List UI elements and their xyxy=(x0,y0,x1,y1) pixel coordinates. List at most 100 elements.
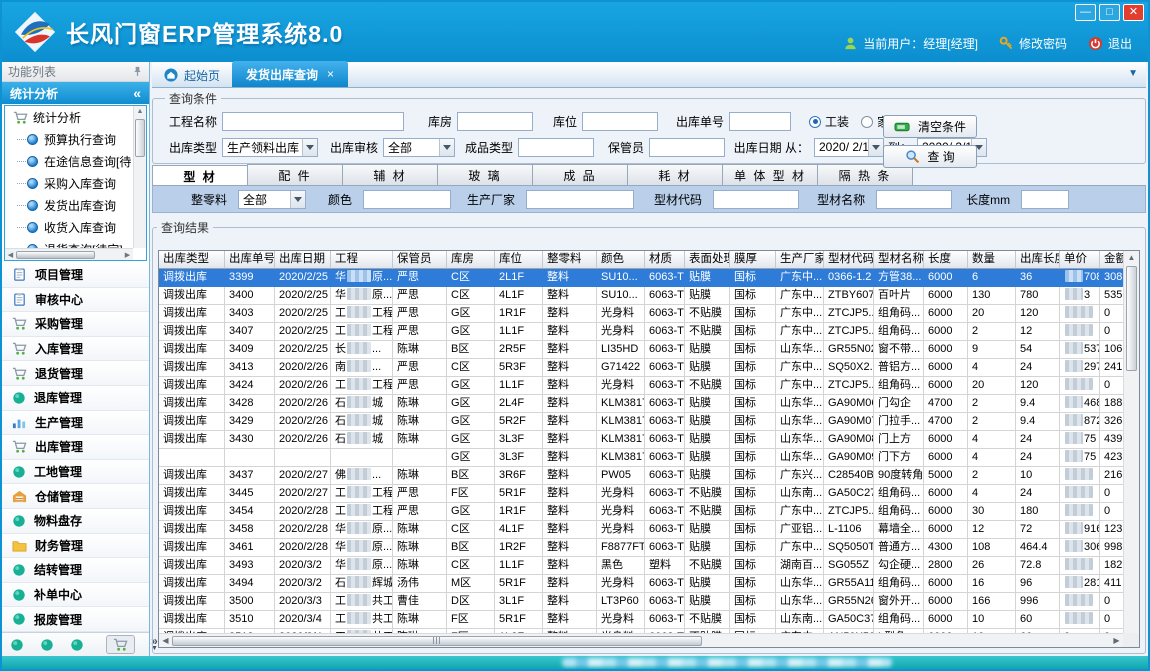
sidebar-item-3[interactable]: 采购管理 xyxy=(2,312,149,337)
grid-vertical-scrollbar[interactable]: ▲ xyxy=(1123,251,1139,633)
column-header[interactable]: 数量 xyxy=(968,251,1016,269)
material-tab-5[interactable]: 成 品 xyxy=(532,164,628,185)
project-name-input[interactable] xyxy=(222,112,404,131)
tab-close-icon[interactable]: × xyxy=(327,67,334,81)
sidebar-item-11[interactable]: 物料盘存 xyxy=(2,509,149,534)
table-row[interactable]: 调拨出库33992020/2/25华原...严思C区2L1F整料SU10...6… xyxy=(159,269,1123,287)
column-header[interactable]: 单价 xyxy=(1060,251,1100,269)
scroll-up-icon[interactable]: ▲ xyxy=(1124,251,1139,265)
material-tab-3[interactable]: 辅 材 xyxy=(342,164,438,185)
pin-icon[interactable] xyxy=(132,66,143,77)
column-header[interactable]: 长度 xyxy=(924,251,968,269)
tree-item-4[interactable]: 发货出库查询 xyxy=(5,194,133,216)
date-from-dropdown[interactable]: 2020/ 2/16 xyxy=(814,138,884,157)
scroll-right-icon[interactable]: ▶ xyxy=(1110,636,1123,645)
tab-active[interactable]: 发货出库查询 × xyxy=(232,61,348,87)
location-input[interactable] xyxy=(582,112,658,131)
collapse-icon[interactable]: « xyxy=(133,85,141,101)
sidebar-item-9[interactable]: 工地管理 xyxy=(2,460,149,485)
table-row[interactable]: 调拨出库35002020/3/3工共工程曹佳D区3L1F整料LT3P606063… xyxy=(159,593,1123,611)
sidebar-item-5[interactable]: 退货管理 xyxy=(2,361,149,386)
column-header[interactable]: 整零料 xyxy=(543,251,597,269)
material-tab-4[interactable]: 玻 璃 xyxy=(437,164,533,185)
table-row[interactable]: 调拨出库34932020/3/2华原...陈琳C区1L1F整料黑色塑料不贴膜国标… xyxy=(159,557,1123,575)
column-header[interactable]: 金额 xyxy=(1100,251,1123,269)
material-tab-2[interactable]: 配 件 xyxy=(247,164,343,185)
column-header[interactable]: 出库类型 xyxy=(159,251,225,269)
radio-gongzhuang[interactable]: 工装 xyxy=(809,113,849,130)
column-header[interactable]: 膜厚 xyxy=(730,251,776,269)
profile-name-input[interactable] xyxy=(876,190,952,209)
tree-item-6[interactable]: 退货查询[待定] xyxy=(5,238,133,248)
sidebar-item-12[interactable]: 财务管理 xyxy=(2,534,149,559)
column-header[interactable]: 出库单号 xyxy=(225,251,275,269)
change-password-button[interactable]: 修改密码 xyxy=(999,35,1067,52)
sidebar-item-1[interactable]: 项目管理 xyxy=(2,263,149,288)
tree-root[interactable]: 统计分析 xyxy=(5,106,133,128)
whole-part-dropdown[interactable]: 全部 xyxy=(238,190,306,209)
scroll-left-icon[interactable]: ◀ xyxy=(5,251,16,259)
sidebar-item-13[interactable]: 结转管理 xyxy=(2,558,149,583)
circle-icon[interactable] xyxy=(10,638,24,652)
column-header[interactable]: 保管员 xyxy=(393,251,447,269)
table-row[interactable]: 调拨出库34002020/2/25华原...严思C区4L1F整料SU10...6… xyxy=(159,287,1123,305)
table-row[interactable]: G区3L3F整料KLM38176063-T5贴膜国标山东华...GA90M09.… xyxy=(159,449,1123,467)
tree-vertical-scrollbar[interactable]: ▲ xyxy=(133,106,146,248)
tab-list-caret-icon[interactable]: ▼ xyxy=(1128,68,1138,79)
sidebar-item-4[interactable]: 入库管理 xyxy=(2,337,149,362)
tree-item-1[interactable]: 预算执行查询 xyxy=(5,128,133,150)
table-row[interactable]: 调拨出库34302020/2/26石城陈琳G区3L3F整料KLM38176063… xyxy=(159,431,1123,449)
table-row[interactable]: 调拨出库34032020/2/25工工程严思G区1R1F整料光身料6063-T5… xyxy=(159,305,1123,323)
minimize-button[interactable]: — xyxy=(1075,4,1096,21)
table-row[interactable]: 调拨出库34452020/2/27工工程严思F区5R1F整料光身料6063-T5… xyxy=(159,485,1123,503)
column-header[interactable]: 材质 xyxy=(645,251,685,269)
table-row[interactable]: 调拨出库34542020/2/28工工程严思G区1R1F整料光身料6063-T5… xyxy=(159,503,1123,521)
column-header[interactable]: 型材代码 xyxy=(824,251,874,269)
audit-dropdown[interactable]: 全部 xyxy=(383,138,455,157)
close-button[interactable]: ✕ xyxy=(1123,4,1144,21)
table-row[interactable]: 调拨出库34092020/2/25长...陈琳B区2R5F整料LI35HD606… xyxy=(159,341,1123,359)
tab-home[interactable]: 起始页 xyxy=(152,63,232,87)
color-input[interactable] xyxy=(363,190,451,209)
sidebar-item-8[interactable]: 出库管理 xyxy=(2,435,149,460)
search-button[interactable]: 查 询 xyxy=(883,145,977,168)
column-header[interactable]: 工程 xyxy=(331,251,393,269)
scrollbar-thumb[interactable] xyxy=(172,636,702,646)
column-header[interactable]: 表面处理 xyxy=(685,251,730,269)
panel-header[interactable]: 统计分析 « xyxy=(2,82,149,104)
table-row[interactable]: 调拨出库34132020/2/26南...严思C区5R3F整料G71422606… xyxy=(159,359,1123,377)
clear-conditions-button[interactable]: 清空条件 xyxy=(883,115,977,138)
out-type-dropdown[interactable]: 生产领料出库 xyxy=(222,138,318,157)
table-row[interactable]: 调拨出库34372020/2/27佛...陈琳B区3R6F整料PW056063-… xyxy=(159,467,1123,485)
scroll-up-icon[interactable]: ▲ xyxy=(134,106,146,118)
table-row[interactable]: 调拨出库34582020/2/28华原...陈琳C区4L1F整料光身料6063-… xyxy=(159,521,1123,539)
table-row[interactable]: 调拨出库34612020/2/28华原...陈琳B区1R2F整料F8877FT6… xyxy=(159,539,1123,557)
scroll-left-icon[interactable]: ◀ xyxy=(159,636,172,645)
sidebar-item-7[interactable]: 生产管理 xyxy=(2,411,149,436)
table-row[interactable]: 调拨出库34242020/2/26工工程严思G区1L1F整料光身料6063-T5… xyxy=(159,377,1123,395)
column-header[interactable]: 出库日期 xyxy=(275,251,331,269)
column-header[interactable]: 库位 xyxy=(495,251,543,269)
profile-code-input[interactable] xyxy=(713,190,799,209)
table-row[interactable]: 调拨出库34072020/2/25工工程严思G区1L1F整料光身料6063-T5… xyxy=(159,323,1123,341)
table-row[interactable]: 调拨出库34942020/3/2石辉城汤伟M区5R1F整料光身料6063-T5贴… xyxy=(159,575,1123,593)
maximize-button[interactable]: □ xyxy=(1099,4,1120,21)
sidebar-item-15[interactable]: 报废管理 xyxy=(2,607,149,632)
factory-input[interactable] xyxy=(526,190,634,209)
grid-horizontal-scrollbar[interactable]: ◀ ▶ xyxy=(159,633,1123,647)
sidebar-item-6[interactable]: 退库管理 xyxy=(2,386,149,411)
tree-item-2[interactable]: 在途信息查询[待 xyxy=(5,150,133,172)
sidebar-item-2[interactable]: 审核中心 xyxy=(2,288,149,313)
column-header[interactable]: 库房 xyxy=(447,251,495,269)
table-row[interactable]: 调拨出库34282020/2/26石城陈琳G区2L4F整料KLM38176063… xyxy=(159,395,1123,413)
circle-icon[interactable] xyxy=(70,638,84,652)
column-header[interactable]: 型材名称 xyxy=(874,251,924,269)
column-header[interactable]: 出库长度 xyxy=(1016,251,1060,269)
sidebar-item-10[interactable]: 仓储管理 xyxy=(2,484,149,509)
scrollbar-thumb[interactable] xyxy=(16,251,95,259)
product-type-input[interactable] xyxy=(518,138,594,157)
sidebar-item-14[interactable]: 补单中心 xyxy=(2,583,149,608)
material-tab-1[interactable]: 型 材 xyxy=(152,165,248,185)
tree-item-3[interactable]: 采购入库查询 xyxy=(5,172,133,194)
warehouse-input[interactable] xyxy=(457,112,533,131)
